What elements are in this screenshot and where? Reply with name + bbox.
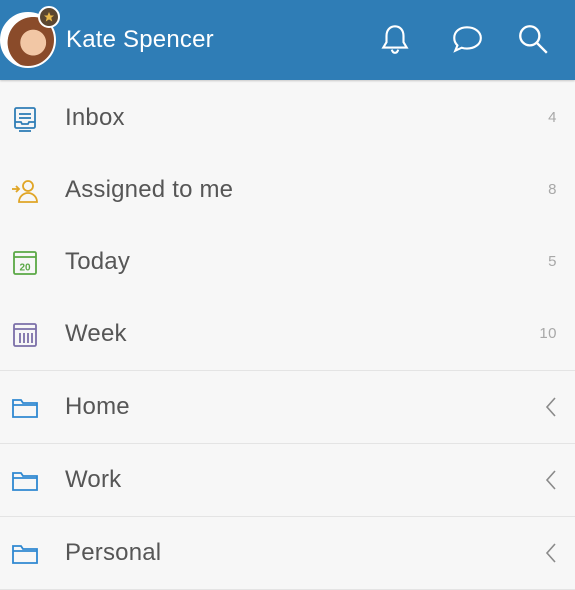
assigned-user-icon: [11, 177, 39, 205]
sidebar-item-label: Inbox: [65, 104, 125, 131]
chevron-left-icon[interactable]: [544, 396, 558, 418]
sidebar-item-assigned-to-me[interactable]: Assigned to me 8: [0, 154, 575, 226]
sidebar-item-label: Assigned to me: [65, 176, 234, 203]
sidebar-item-week[interactable]: Week 10: [0, 298, 575, 371]
user-name[interactable]: Kate Spencer: [66, 26, 214, 54]
sidebar-item-label: Today: [65, 248, 131, 275]
sidebar-item-label: Week: [65, 320, 127, 347]
sidebar-item-label: Personal: [65, 539, 162, 566]
sidebar-item-label: Home: [65, 393, 130, 420]
item-count: 8: [548, 181, 557, 198]
folder-icon: [11, 540, 39, 568]
app-header: Kate Spencer: [0, 0, 575, 80]
chevron-left-icon[interactable]: [544, 469, 558, 491]
sidebar-item-inbox[interactable]: Inbox 4: [0, 82, 575, 154]
sidebar-list: Inbox 4 Assigned to me 8 20 Today 5 Week…: [0, 82, 575, 590]
inbox-icon: [11, 105, 39, 133]
sidebar-item-today[interactable]: 20 Today 5: [0, 226, 575, 298]
star-badge-icon: [38, 6, 60, 28]
folder-icon: [11, 394, 39, 422]
folder-icon: [11, 467, 39, 495]
sidebar-item-label: Work: [65, 466, 122, 493]
chevron-left-icon[interactable]: [544, 542, 558, 564]
item-count: 4: [548, 109, 557, 126]
calendar-week-icon: [11, 321, 39, 349]
item-count: 5: [548, 253, 557, 270]
sidebar-item-home[interactable]: Home: [0, 371, 575, 444]
chat-bubble-icon[interactable]: [448, 20, 486, 58]
item-count: 10: [539, 325, 557, 342]
search-icon[interactable]: [514, 20, 552, 58]
sidebar-item-personal[interactable]: Personal: [0, 517, 575, 590]
sidebar-item-work[interactable]: Work: [0, 444, 575, 517]
svg-text:20: 20: [19, 263, 31, 274]
bell-icon[interactable]: [376, 20, 414, 58]
calendar-today-icon: 20: [11, 249, 39, 277]
